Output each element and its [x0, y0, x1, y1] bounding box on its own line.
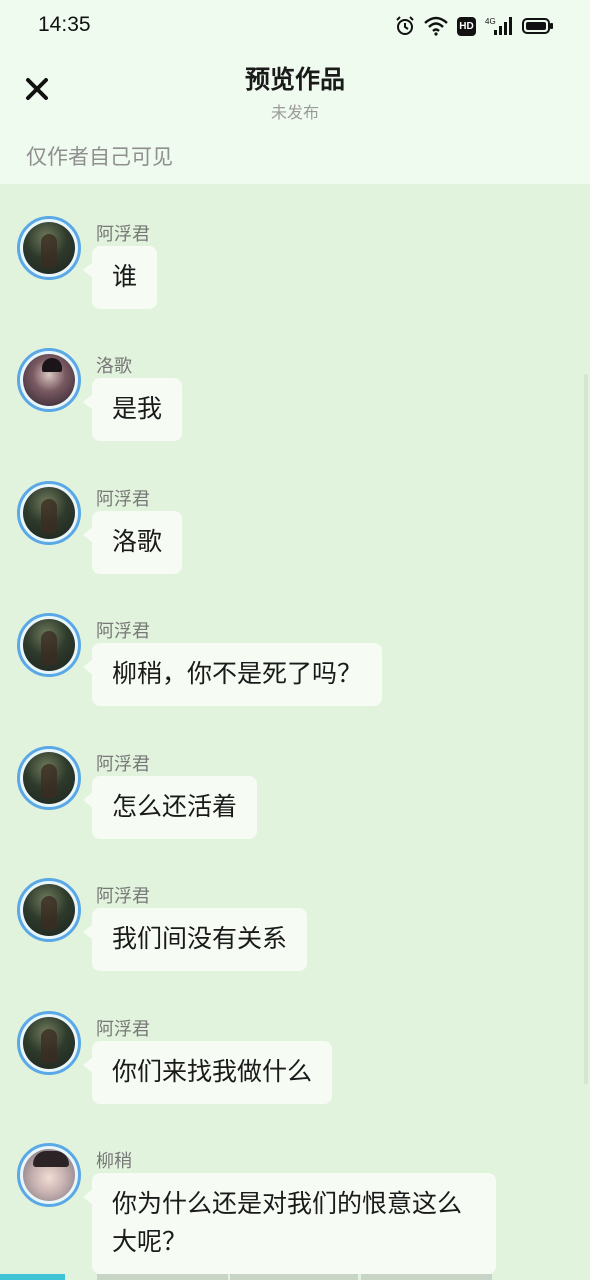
wifi-icon [424, 16, 448, 36]
speaker-name: 阿浮君 [96, 1019, 150, 1040]
avatar[interactable] [17, 1143, 81, 1207]
speaker-name: 柳稍 [96, 1151, 132, 1172]
scrollbar[interactable] [584, 374, 588, 1084]
avatar[interactable] [17, 1011, 81, 1075]
avatar[interactable] [17, 348, 81, 412]
speaker-name: 阿浮君 [96, 224, 150, 245]
4g-signal-icon: 4G [485, 16, 513, 36]
avatar[interactable] [17, 878, 81, 942]
avatar[interactable] [17, 216, 81, 280]
bottom-progress-bar [0, 1274, 590, 1280]
battery-icon [522, 17, 554, 35]
status-bar: 14:35 HD 4G [0, 0, 590, 52]
page-title: 预览作品 [244, 65, 345, 94]
speaker-name: 阿浮君 [96, 754, 150, 775]
alarm-icon [395, 16, 415, 36]
speaker-name: 阿浮君 [96, 621, 150, 642]
chat-area[interactable]: 阿浮君 谁 洛歌 是我 阿浮君 洛歌 阿浮君 柳稍，你不是死了吗？ 阿浮君 怎么… [0, 184, 590, 1280]
status-icons: HD 4G [395, 14, 554, 38]
message-bubble[interactable]: 谁 [82, 246, 158, 309]
visibility-note: 仅作者自己可见 [26, 145, 173, 169]
publish-status: 未发布 [270, 103, 319, 122]
progress-segment [361, 1274, 492, 1280]
speaker-name: 阿浮君 [96, 489, 150, 510]
header-area: 14:35 HD 4G 预览作品 未发布 仅作者自己可见 [0, 0, 590, 184]
message-bubble[interactable]: 你们来找我做什么 [82, 1041, 333, 1104]
message-bubble[interactable]: 洛歌 [82, 511, 183, 574]
avatar[interactable] [17, 746, 81, 810]
status-time: 14:35 [38, 13, 91, 36]
progress-segment [230, 1274, 358, 1280]
progress-segment-active [0, 1274, 65, 1280]
progress-segment [97, 1274, 228, 1280]
speaker-name: 洛歌 [96, 356, 132, 377]
message-bubble[interactable]: 我们间没有关系 [82, 908, 308, 971]
svg-text:4G: 4G [485, 17, 496, 26]
message-bubble[interactable]: 你为什么还是对我们的恨意这么大呢？ [83, 1173, 496, 1274]
message-bubble[interactable]: 是我 [82, 378, 183, 441]
speaker-name: 阿浮君 [96, 886, 150, 907]
message-bubble[interactable]: 怎么还活着 [82, 776, 258, 839]
avatar[interactable] [17, 481, 81, 545]
hd-icon: HD [457, 16, 476, 36]
avatar[interactable] [17, 613, 81, 677]
message-bubble[interactable]: 柳稍，你不是死了吗？ [82, 643, 383, 706]
